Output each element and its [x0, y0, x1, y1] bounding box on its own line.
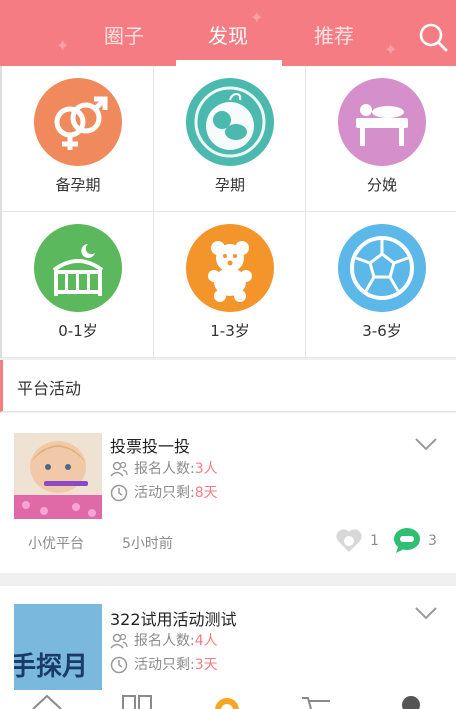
category-3-6-years[interactable]: 3-6岁 [306, 212, 456, 358]
gender-icon [34, 78, 122, 166]
category-label: 孕期 [214, 176, 245, 194]
delivery-bed-icon [338, 78, 426, 166]
teddy-bear-icon [186, 224, 274, 312]
cart-icon[interactable] [300, 692, 334, 709]
tab-discover[interactable]: 发现 [198, 20, 258, 52]
decor-star-icon: ✦ [56, 36, 70, 55]
activity-title: 投票投一投 [110, 437, 191, 456]
like-count: 1 [370, 533, 379, 549]
users-icon [110, 633, 128, 649]
signup-label: 报名人数: [134, 633, 195, 649]
activity-card[interactable]: 投票投一投 报名人数:3人 活动只剩:8天 小优平台 5小时前 1 3 [0, 413, 456, 573]
tab-circle[interactable]: 圈子 [94, 20, 154, 52]
remaining-label: 活动只剩: [134, 485, 195, 501]
category-label: 备孕期 [55, 176, 101, 194]
comment-count: 3 [428, 533, 437, 549]
signup-count: 4人 [194, 633, 218, 649]
crib-icon [34, 224, 122, 312]
fetus-icon [186, 78, 274, 166]
category-0-1-years[interactable]: 0-1岁 [2, 212, 154, 358]
grid-icon[interactable] [120, 692, 154, 709]
category-label: 1-3岁 [210, 322, 250, 340]
publisher-name[interactable]: 小优平台 [28, 533, 84, 553]
section-title: 平台活动 [17, 379, 82, 398]
profile-icon[interactable] [394, 692, 428, 709]
remaining-label: 活动只剩: [134, 657, 195, 673]
thumbnail-text: 手探月 [14, 652, 89, 682]
decor-star-icon: ✦ [384, 40, 398, 59]
chevron-down-icon[interactable] [414, 606, 438, 620]
section-header: 平台活动 [0, 360, 456, 412]
top-header: ✦ ✦ ✦ 圈子 发现 推荐 [0, 0, 456, 66]
users-icon [110, 461, 128, 477]
bottom-navigation [0, 692, 456, 709]
comment-bubble-icon[interactable] [392, 525, 422, 555]
activity-title: 322试用活动测试 [110, 610, 237, 629]
signup-label: 报名人数: [134, 461, 195, 477]
app-screen: ✦ ✦ ✦ 圈子 发现 推荐 备孕期 孕期 分娩 0-1岁 1-3岁 3-6岁 … [0, 0, 456, 709]
clock-icon [110, 484, 128, 502]
like-heart-icon[interactable] [334, 525, 364, 555]
category-1-3-years[interactable]: 1-3岁 [154, 212, 306, 358]
category-grid: 备孕期 孕期 分娩 0-1岁 1-3岁 3-6岁 [0, 66, 456, 358]
activity-thumbnail: 手探月 [14, 604, 102, 690]
category-pregnancy[interactable]: 孕期 [154, 66, 306, 212]
category-label: 0-1岁 [58, 322, 98, 340]
category-delivery[interactable]: 分娩 [306, 66, 456, 212]
football-icon [338, 224, 426, 312]
category-label: 3-6岁 [362, 322, 402, 340]
search-icon[interactable] [418, 22, 448, 52]
clock-icon [110, 656, 128, 674]
activity-thumbnail [14, 433, 102, 519]
home-icon[interactable] [30, 692, 64, 709]
remaining-days: 3天 [194, 657, 218, 673]
signup-count: 3人 [194, 461, 218, 477]
discover-icon[interactable] [210, 692, 244, 709]
category-label: 分娩 [366, 176, 397, 194]
tab-recommend[interactable]: 推荐 [304, 20, 364, 52]
activity-card[interactable]: 手探月 322试用活动测试 报名人数:4人 活动只剩:3天 [0, 586, 456, 709]
post-time: 5小时前 [122, 536, 173, 552]
category-pre-pregnancy[interactable]: 备孕期 [2, 66, 154, 212]
remaining-days: 8天 [194, 485, 218, 501]
chevron-down-icon[interactable] [414, 437, 438, 451]
